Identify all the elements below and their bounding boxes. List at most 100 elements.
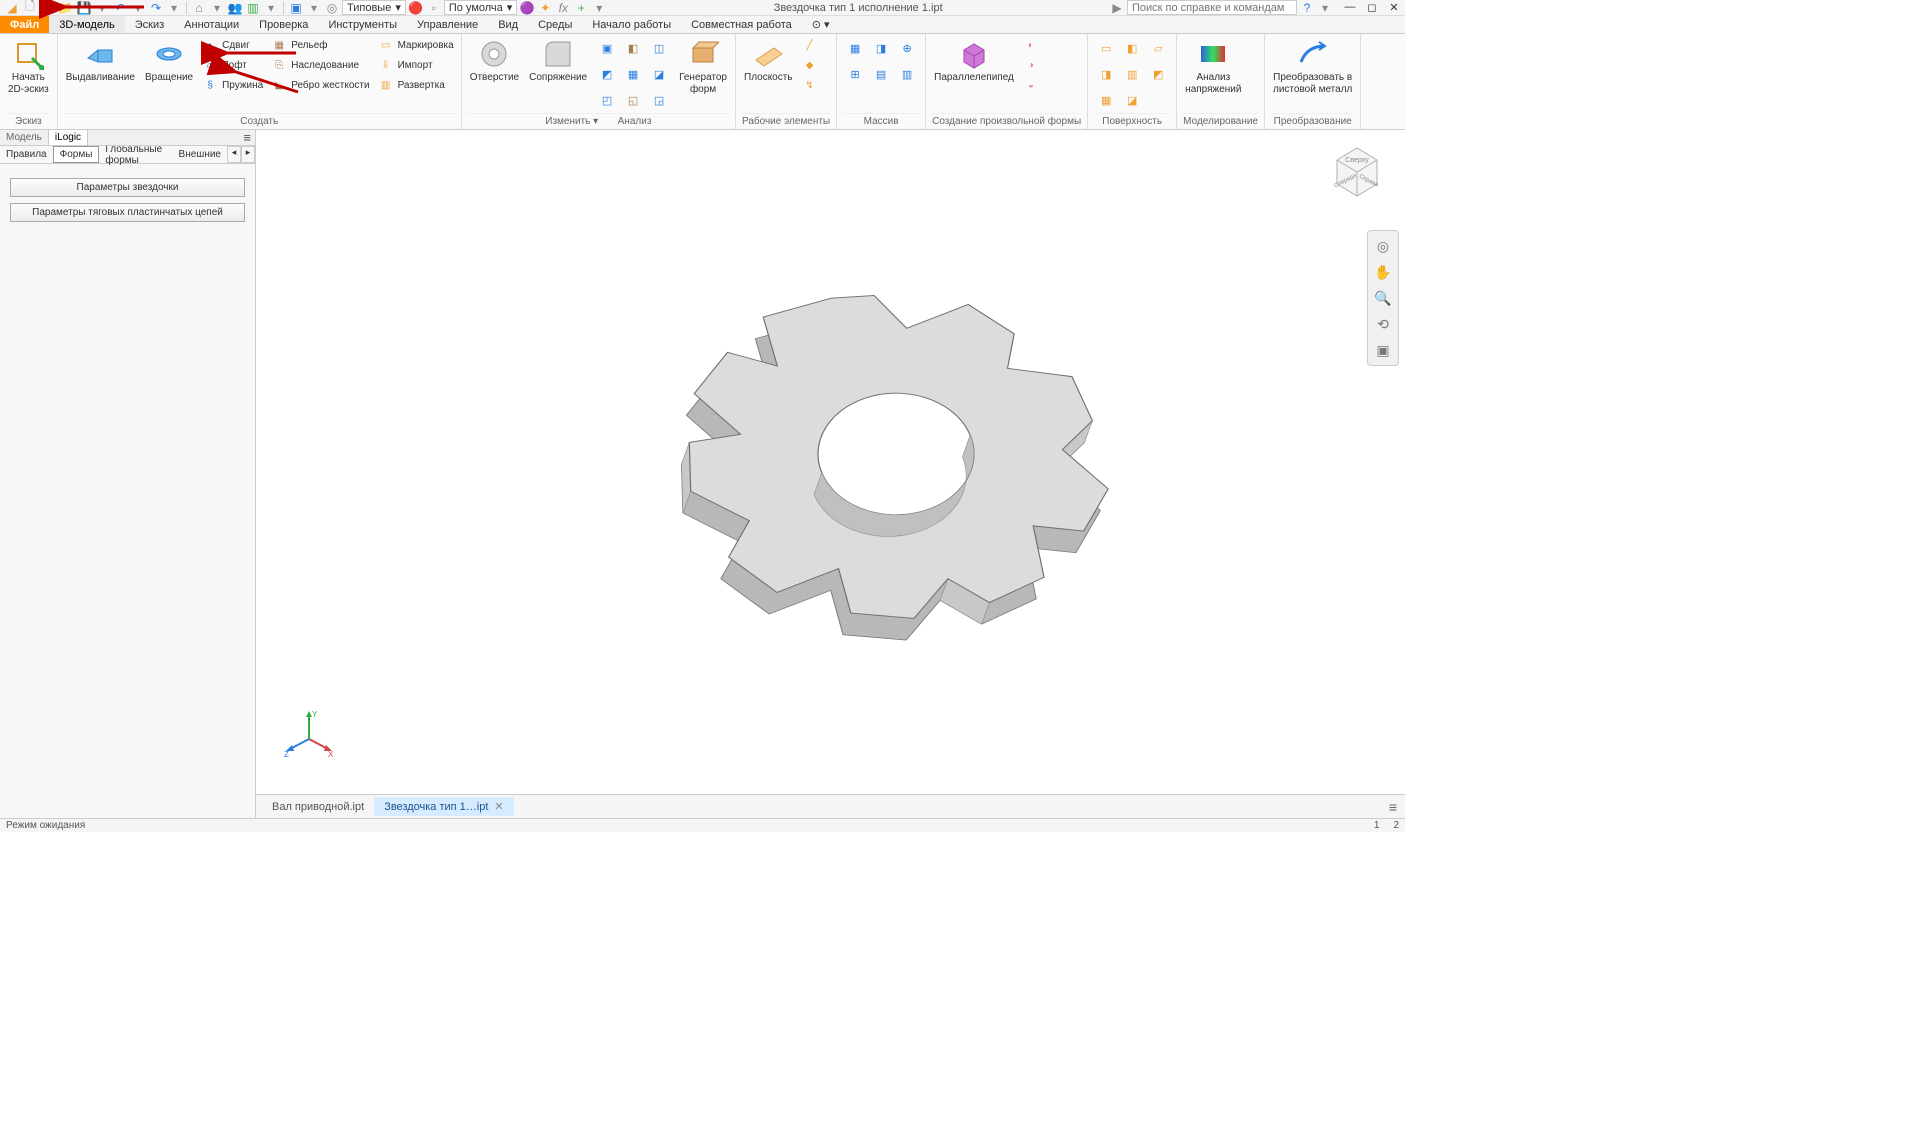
tab-view[interactable]: Вид: [488, 16, 528, 33]
doc-tabs-menu-icon[interactable]: ≡: [1381, 799, 1405, 815]
array-rect-icon[interactable]: ▦: [843, 36, 867, 60]
form-sprocket-params-button[interactable]: Параметры звездочки: [10, 178, 245, 197]
doc-tab-close-icon[interactable]: ✕: [494, 800, 503, 813]
minimize-icon[interactable]: —: [1343, 1, 1357, 14]
nav-lookat-icon[interactable]: ▣: [1372, 339, 1394, 361]
help-icon[interactable]: ?: [1299, 0, 1315, 16]
nav-pan-icon[interactable]: ✋: [1372, 261, 1394, 283]
nav-wheel-icon[interactable]: ◎: [1372, 235, 1394, 257]
sub-tab-external[interactable]: Внешние: [173, 146, 227, 163]
tab-sketch[interactable]: Эскиз: [125, 16, 174, 33]
freeform2[interactable]: ◑: [1022, 56, 1040, 74]
sub-tab-rules[interactable]: Правила: [0, 146, 53, 163]
surface-4[interactable]: ◨: [1094, 62, 1118, 86]
freeform-box-button[interactable]: Параллелепипед: [932, 36, 1016, 86]
tab-getstarted[interactable]: Начало работы: [582, 16, 681, 33]
derive-button[interactable]: ⎘Наследование: [270, 56, 370, 74]
unwrap-button[interactable]: ▥Развертка: [377, 76, 455, 94]
select-icon[interactable]: ▣: [288, 0, 304, 16]
sheet-icon[interactable]: ▥: [245, 0, 261, 16]
rib-button[interactable]: ◣Ребро жесткости: [270, 76, 370, 94]
array-circ-icon[interactable]: ⊕: [895, 36, 919, 60]
tab-collaborate[interactable]: Совместная работа: [681, 16, 802, 33]
surface-7[interactable]: ▦: [1094, 88, 1118, 112]
favorites-icon[interactable]: ✦: [537, 0, 553, 16]
maximize-icon[interactable]: ◻: [1365, 1, 1379, 14]
save-icon[interactable]: 💾: [76, 0, 92, 16]
team-icon[interactable]: 👥: [227, 0, 243, 16]
chevron-down-icon[interactable]: ▾: [591, 0, 607, 16]
viewport[interactable]: Сверху Спереди Справа ◎ ✋ 🔍 ⟲ ▣ Y X Z: [256, 130, 1405, 818]
modify-small-1[interactable]: ▣: [595, 36, 619, 60]
tab-3d-model[interactable]: 3D-модель: [49, 16, 124, 33]
revolve-button[interactable]: Вращение: [143, 36, 195, 86]
surface-8[interactable]: ◪: [1120, 88, 1144, 112]
coil-button[interactable]: §Пружина: [201, 76, 264, 94]
subtabs-prev-icon[interactable]: ◂: [227, 146, 241, 163]
stress-analysis-button[interactable]: Анализ напряжений: [1183, 36, 1243, 97]
array-misc2-icon[interactable]: ▥: [895, 62, 919, 86]
decal-button[interactable]: ▭Маркировка: [377, 36, 455, 54]
ucs-button[interactable]: ↯: [801, 76, 819, 94]
nav-orbit-icon[interactable]: ⟲: [1372, 313, 1394, 335]
new-icon[interactable]: 🗋: [22, 0, 38, 16]
home-icon[interactable]: ⌂: [191, 0, 207, 16]
cube-icon[interactable]: ▫: [426, 0, 442, 16]
modify-small-3[interactable]: ◫: [647, 36, 671, 60]
tab-check[interactable]: Проверка: [249, 16, 318, 33]
tab-more[interactable]: ⊙ ▾: [802, 16, 840, 33]
array-sketch-icon[interactable]: ⊞: [843, 62, 867, 86]
freeform3[interactable]: ◒: [1022, 76, 1040, 94]
sub-tab-forms[interactable]: Формы: [53, 146, 100, 163]
modify-small-7[interactable]: ◰: [595, 88, 619, 112]
modify-small-5[interactable]: ▦: [621, 62, 645, 86]
style-dropdown[interactable]: Типовые▾: [342, 0, 406, 15]
fx-icon[interactable]: fx: [555, 0, 571, 16]
modify-small-2[interactable]: ◧: [621, 36, 645, 60]
hole-button[interactable]: Отверстие: [468, 36, 521, 86]
search-play-icon[interactable]: ▶: [1109, 0, 1125, 16]
point-button[interactable]: ◆: [801, 56, 819, 74]
redo-icon[interactable]: ↷: [148, 0, 164, 16]
start-2d-sketch-button[interactable]: Начать 2D-эскиз: [6, 36, 51, 97]
chevron-down-icon[interactable]: ▾: [1317, 0, 1333, 16]
modify-small-6[interactable]: ◪: [647, 62, 671, 86]
chevron-down-icon[interactable]: ▾: [94, 0, 110, 16]
plane-button[interactable]: Плоскость: [742, 36, 795, 86]
subtabs-next-icon[interactable]: ▸: [241, 146, 255, 163]
surface-3[interactable]: ▱: [1146, 36, 1170, 60]
browser-tab-ilogic[interactable]: iLogic: [49, 130, 88, 145]
emboss-button[interactable]: ▦Рельеф: [270, 36, 370, 54]
freeform1[interactable]: ◐: [1022, 36, 1040, 54]
import-button[interactable]: ⇩Импорт: [377, 56, 455, 74]
viewcube[interactable]: Сверху Спереди Справа: [1325, 136, 1389, 203]
help-search-input[interactable]: [1127, 0, 1297, 15]
shape-generator-button[interactable]: Генератор форм: [677, 36, 729, 97]
colorball-icon[interactable]: 🟣: [519, 0, 535, 16]
surface-1[interactable]: ▭: [1094, 36, 1118, 60]
tab-environments[interactable]: Среды: [528, 16, 582, 33]
extrude-button[interactable]: Выдавливание: [64, 36, 137, 86]
doc-tab-shaft[interactable]: Вал приводной.ipt: [262, 798, 374, 816]
surface-5[interactable]: ▥: [1120, 62, 1144, 86]
chevron-down-icon[interactable]: ▾: [166, 0, 182, 16]
tab-manage[interactable]: Управление: [407, 16, 488, 33]
undo-icon[interactable]: ↶: [112, 0, 128, 16]
tab-annotations[interactable]: Аннотации: [174, 16, 249, 33]
modify-small-9[interactable]: ◲: [647, 88, 671, 112]
tab-tools[interactable]: Инструменты: [318, 16, 407, 33]
nav-zoom-icon[interactable]: 🔍: [1372, 287, 1394, 309]
form-chain-params-button[interactable]: Параметры тяговых пластинчатых цепей: [10, 203, 245, 222]
chevron-down-icon[interactable]: ▾: [209, 0, 225, 16]
browser-tab-model[interactable]: Модель: [0, 130, 49, 145]
chevron-down-icon[interactable]: ▾: [263, 0, 279, 16]
material-ball-icon[interactable]: 🔴: [408, 0, 424, 16]
target-icon[interactable]: ◎: [324, 0, 340, 16]
modify-small-4[interactable]: ◩: [595, 62, 619, 86]
doc-tab-sprocket[interactable]: Звездочка тип 1…ipt ✕: [374, 797, 513, 816]
modify-small-8[interactable]: ◱: [621, 88, 645, 112]
fillet-button[interactable]: Сопряжение: [527, 36, 589, 86]
convert-sheetmetal-button[interactable]: Преобразовать в листовой металл: [1271, 36, 1354, 97]
chevron-down-icon[interactable]: ▾: [40, 0, 56, 16]
loft-button[interactable]: ▱Лофт: [201, 56, 264, 74]
